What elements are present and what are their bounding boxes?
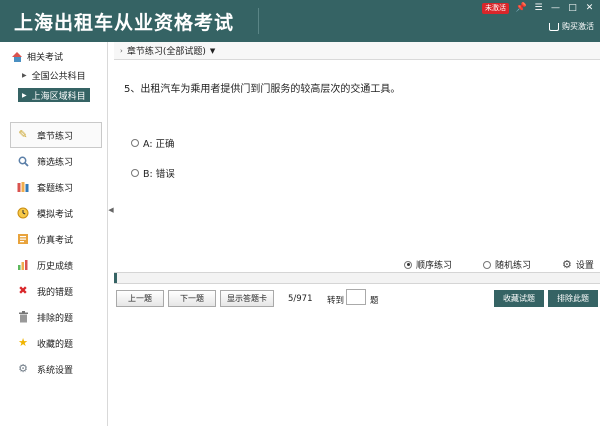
nav-item-mock-exam[interactable]: 模拟考试 bbox=[10, 200, 102, 226]
nav-item-my-mistakes[interactable]: ✖ 我的错题 bbox=[10, 278, 102, 304]
mode-random-label: 随机练习 bbox=[495, 261, 532, 271]
chapter-selector[interactable]: › 章节练习(全部试题) ▼ bbox=[114, 42, 600, 60]
app-title: 上海出租车从业资格考试 bbox=[14, 12, 235, 34]
mode-sequential[interactable]: 顺序练习 bbox=[404, 258, 452, 271]
nav-item-label: 套题练习 bbox=[37, 183, 74, 194]
show-answer-card-button[interactable]: 显示答题卡 bbox=[220, 290, 274, 307]
maximize-button[interactable]: □ bbox=[566, 2, 579, 15]
nav-item-simulation-exam[interactable]: 仿真考试 bbox=[10, 226, 102, 252]
nav-item-label: 仿真考试 bbox=[37, 235, 74, 246]
goto-question-input[interactable] bbox=[346, 289, 366, 305]
nav-item-label: 章节练习 bbox=[37, 131, 74, 142]
buy-activate-link[interactable]: 购买激活 bbox=[549, 21, 594, 32]
activate-badge[interactable]: 未激活 bbox=[482, 3, 509, 14]
notebook-icon bbox=[17, 233, 29, 245]
title-divider bbox=[258, 8, 259, 34]
gear-icon: ⚙ bbox=[18, 362, 28, 375]
nav-item-label: 我的错题 bbox=[37, 287, 74, 298]
next-question-button[interactable]: 下一题 bbox=[168, 290, 216, 307]
nav-item-chapter-practice[interactable]: ✎ 章节练习 bbox=[10, 122, 102, 148]
chapter-selector-label: 章节练习(全部试题) bbox=[126, 47, 206, 57]
star-icon: ★ bbox=[18, 336, 28, 349]
books-icon bbox=[17, 181, 29, 193]
main-panel: › 章节练习(全部试题) ▼ 5、出租汽车为乘用者提供门到门服务的较高层次的交通… bbox=[114, 42, 600, 426]
caret-right-icon: ▶ bbox=[22, 91, 27, 99]
mode-random-radio[interactable] bbox=[483, 260, 491, 269]
pin-icon[interactable]: 📌 bbox=[515, 2, 528, 15]
dropdown-arrow-icon: ▼ bbox=[209, 46, 216, 55]
cart-icon bbox=[549, 22, 559, 31]
option-b-radio[interactable] bbox=[131, 169, 139, 177]
option-a-label: A: 正确 bbox=[143, 139, 175, 150]
nav-item-favorites[interactable]: ★ 收藏的题 bbox=[10, 330, 102, 356]
gear-icon: ⚙ bbox=[562, 258, 572, 271]
question-counter: 5/971 bbox=[288, 294, 313, 304]
question-text: 5、出租汽车为乘用者提供门到门服务的较高层次的交通工具。 bbox=[124, 84, 401, 95]
nav-item-set-practice[interactable]: 套题练习 bbox=[10, 174, 102, 200]
nav-item-label: 排除的题 bbox=[37, 313, 74, 324]
nav-list: ✎ 章节练习 筛选练习 套题练习 模拟考试 仿真考试 历史成绩 ✖ 我的错题 排… bbox=[10, 122, 102, 382]
prev-question-button[interactable]: 上一题 bbox=[116, 290, 164, 307]
goto-prefix-label: 转到 bbox=[327, 296, 345, 306]
option-b-label: B: 错误 bbox=[143, 169, 175, 180]
sidebar: 相关考试 ▶ 全国公共科目 ▶ 上海区域科目 ✎ 章节练习 筛选练习 套题练习 bbox=[0, 42, 108, 426]
nav-item-label: 筛选练习 bbox=[37, 157, 74, 168]
red-x-icon: ✖ bbox=[18, 284, 28, 297]
tree-item-label: 上海区域科目 bbox=[31, 91, 86, 102]
mode-sequential-radio[interactable] bbox=[404, 260, 412, 269]
magnifier-icon bbox=[17, 155, 29, 167]
nav-item-settings[interactable]: ⚙ 系统设置 bbox=[10, 356, 102, 382]
goto-suffix-label: 题 bbox=[370, 296, 379, 306]
option-a[interactable]: A: 正确 bbox=[131, 136, 175, 150]
buy-activate-label: 购买激活 bbox=[562, 22, 594, 31]
mode-random[interactable]: 随机练习 bbox=[483, 258, 531, 271]
home-icon bbox=[12, 51, 23, 62]
progress-bar bbox=[114, 272, 600, 284]
favorite-question-button[interactable]: 收藏试题 bbox=[494, 290, 544, 307]
nav-item-label: 历史成绩 bbox=[37, 261, 74, 272]
tree-root-label: 相关考试 bbox=[27, 53, 64, 63]
tree-item-label: 全国公共科目 bbox=[31, 71, 86, 82]
nav-item-label: 系统设置 bbox=[37, 365, 74, 376]
tree-root[interactable]: 相关考试 bbox=[12, 50, 63, 63]
clock-icon bbox=[17, 207, 29, 219]
close-button[interactable]: ✕ bbox=[583, 2, 596, 15]
nav-item-excluded[interactable]: 排除的题 bbox=[10, 304, 102, 330]
settings-link[interactable]: ⚙ 设置 bbox=[562, 258, 594, 271]
option-b[interactable]: B: 错误 bbox=[131, 166, 175, 180]
settings-label: 设置 bbox=[575, 261, 594, 271]
nav-item-label: 收藏的题 bbox=[37, 339, 74, 350]
option-a-radio[interactable] bbox=[131, 139, 139, 147]
menu-icon[interactable]: ☰ bbox=[532, 2, 545, 15]
progress-fill bbox=[114, 273, 117, 283]
nav-item-label: 模拟考试 bbox=[37, 209, 74, 220]
title-bar: 上海出租车从业资格考试 未激活 📌 ☰ — □ ✕ 购买激活 bbox=[0, 0, 600, 42]
pencil-icon: ✎ bbox=[18, 128, 28, 141]
nav-item-history-scores[interactable]: 历史成绩 bbox=[10, 252, 102, 278]
trash-icon bbox=[17, 311, 29, 323]
caret-right-icon: ▶ bbox=[22, 71, 27, 79]
bar-chart-icon bbox=[17, 259, 29, 271]
minimize-button[interactable]: — bbox=[549, 2, 562, 15]
caret-right-icon: › bbox=[120, 46, 123, 55]
tree-item-shanghai[interactable]: ▶ 上海区域科目 bbox=[18, 88, 90, 102]
mode-sequential-label: 顺序练习 bbox=[416, 261, 453, 271]
nav-item-filter-practice[interactable]: 筛选练习 bbox=[10, 148, 102, 174]
tree-item-national[interactable]: ▶ 全国公共科目 bbox=[18, 68, 90, 82]
exclude-question-button[interactable]: 排除此题 bbox=[548, 290, 598, 307]
